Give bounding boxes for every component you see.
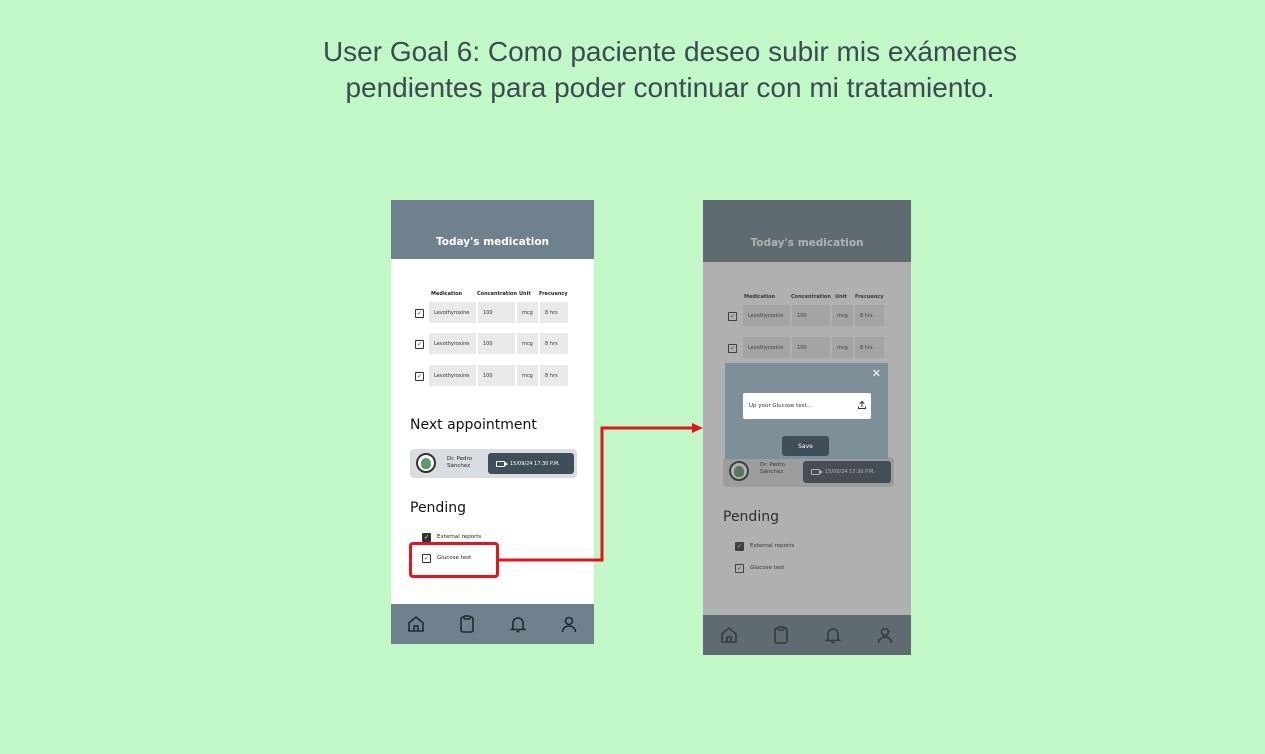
medication-unit: mcg	[517, 302, 538, 323]
upload-icon[interactable]	[857, 400, 867, 412]
medication-concentration: 100	[478, 333, 515, 354]
checkbox-checked-icon[interactable]: ✓	[422, 533, 431, 542]
home-icon[interactable]	[405, 613, 427, 635]
medication-name: Levothyroxine	[429, 365, 476, 386]
bottom-navbar	[391, 604, 594, 644]
highlight-glucose-test	[409, 542, 499, 578]
medication-concentration: 100	[478, 302, 515, 323]
checkbox-checked-icon[interactable]: ✓	[415, 372, 424, 381]
slide-title-line-1: User Goal 6: Como paciente deseo subir m…	[322, 36, 1018, 67]
phone-screen-after: Today's medication Medication Concentrat…	[703, 200, 911, 655]
screen-header: Today's medication	[391, 200, 594, 259]
bell-icon[interactable]	[507, 613, 529, 635]
medication-name: Levothyroxine	[429, 333, 476, 354]
doctor-name: Dr. Pedro Sánchez	[447, 456, 472, 470]
pending-title: Pending	[410, 500, 466, 516]
column-header-unit: Unit	[519, 291, 531, 297]
pending-item-label: External reports	[437, 534, 482, 540]
save-button[interactable]: Save	[782, 436, 829, 456]
user-icon[interactable]	[558, 613, 580, 635]
upload-modal: ✕ Up your Glucose test... Save	[725, 363, 888, 459]
medication-row: ✓ Levothyroxine 100 mcg 8 hrs	[391, 302, 594, 324]
medication-frequency: 8 hrs	[540, 365, 568, 386]
upload-file-input[interactable]: Up your Glucose test...	[743, 393, 871, 419]
clipboard-icon[interactable]	[456, 613, 478, 635]
video-call-button[interactable]: 15/09/24 17:30 P.M.	[488, 453, 574, 474]
column-header-medication: Medication	[431, 291, 463, 297]
slide-title: User Goal 6: Como paciente deseo subir m…	[240, 34, 1100, 106]
medication-name: Levothyroxine	[429, 302, 476, 323]
doctor-avatar	[416, 453, 436, 473]
column-header-concentration: Concentration	[477, 291, 517, 297]
medication-frequency: 8 hrs	[540, 302, 568, 323]
slide-title-line-2: pendientes para poder continuar con mi t…	[345, 72, 995, 103]
medication-row: ✓ Levothyroxine 100 mcg 8 hrs	[391, 333, 594, 355]
medication-row: ✓ Levothyroxine 100 mcg 8 hrs	[391, 365, 594, 387]
checkbox-checked-icon[interactable]: ✓	[415, 340, 424, 349]
medication-frequency: 8 hrs	[540, 333, 568, 354]
appointment-datetime: 15/09/24 17:30 P.M.	[510, 460, 560, 467]
next-appointment-title: Next appointment	[410, 417, 537, 433]
appointment-card[interactable]: Dr. Pedro Sánchez 15/09/24 17:30 P.M.	[410, 449, 577, 478]
doctor-name-line-1: Dr. Pedro	[447, 456, 472, 462]
medication-unit: mcg	[517, 365, 538, 386]
column-header-frequency: Frecuency	[539, 291, 568, 297]
doctor-name-line-2: Sánchez	[447, 463, 471, 469]
medication-unit: mcg	[517, 333, 538, 354]
checkbox-checked-icon[interactable]: ✓	[415, 309, 424, 318]
upload-placeholder: Up your Glucose test...	[749, 403, 812, 409]
video-camera-icon	[496, 460, 508, 467]
flow-arrow	[499, 423, 703, 562]
close-icon[interactable]: ✕	[872, 367, 881, 380]
medication-concentration: 100	[478, 365, 515, 386]
